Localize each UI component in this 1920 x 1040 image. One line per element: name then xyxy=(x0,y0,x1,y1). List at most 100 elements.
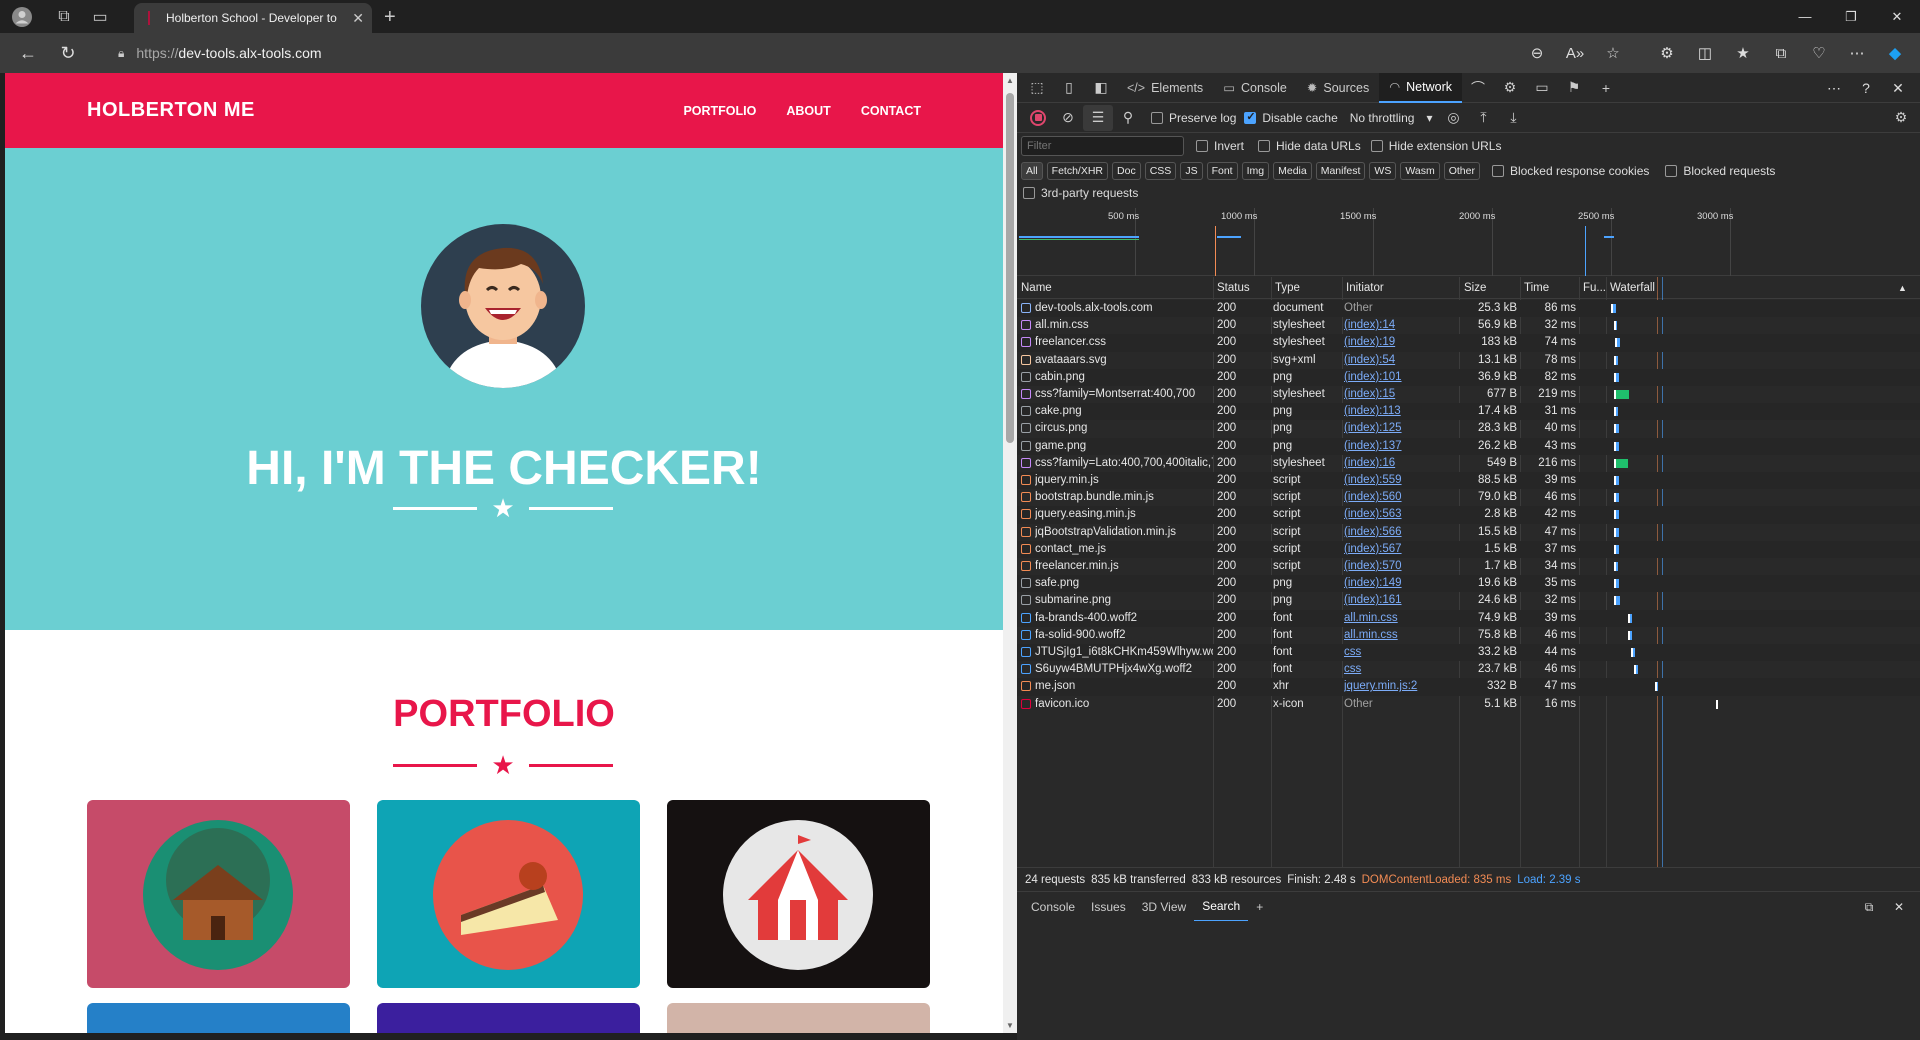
request-initiator[interactable]: (index):559 xyxy=(1344,474,1456,486)
table-row[interactable]: css?family=Montserrat:400,700 200 styleshe… xyxy=(1017,386,1920,403)
table-row[interactable]: freelancer.css 200 stylesheet (index):19 183… xyxy=(1017,334,1920,352)
search-icon[interactable]: ⚲ xyxy=(1113,105,1143,131)
new-tab-icon[interactable]: + xyxy=(384,6,396,29)
nav-contact-link[interactable]: CONTACT xyxy=(861,104,921,118)
table-row[interactable]: circus.png 200 png (index):125 28.3 kB 40 ms xyxy=(1017,420,1920,437)
minimize-icon[interactable]: — xyxy=(1782,0,1828,33)
dock-drawer-icon[interactable]: ⧉ xyxy=(1854,892,1884,922)
type-filter-media[interactable]: Media xyxy=(1273,162,1312,180)
portfolio-item-cake[interactable] xyxy=(377,800,640,988)
lock-icon[interactable]: 🔒︎ xyxy=(118,46,124,61)
extensions-icon[interactable]: ⚙ xyxy=(1650,38,1684,68)
site-brand[interactable]: HOLBERTON ME xyxy=(87,99,683,122)
blocked-requests-checkbox[interactable]: Blocked requests xyxy=(1665,164,1775,178)
request-initiator[interactable]: (index):14 xyxy=(1344,319,1456,331)
import-har-icon[interactable]: ⤒ xyxy=(1468,105,1498,131)
close-drawer-icon[interactable]: ✕ xyxy=(1884,892,1914,922)
portfolio-item-cabin[interactable] xyxy=(87,800,350,988)
throttling-select[interactable]: No throttling ▾ xyxy=(1350,111,1433,125)
table-row[interactable]: me.json 200 xhr jquery.min.js:2 332 B 47 ms xyxy=(1017,678,1920,696)
record-button[interactable] xyxy=(1023,105,1053,131)
dock-icon[interactable]: ◧ xyxy=(1085,73,1117,103)
request-initiator[interactable]: (index):161 xyxy=(1344,594,1456,606)
table-row[interactable]: contact_me.js 200 script (index):567 1.5 kB 3… xyxy=(1017,540,1920,558)
close-window-icon[interactable]: ✕ xyxy=(1874,0,1920,33)
drawer-tab-issues[interactable]: Issues xyxy=(1083,892,1134,922)
table-row[interactable]: safe.png 200 png (index):149 19.6 kB 35 ms xyxy=(1017,575,1920,593)
devtools-more-icon[interactable]: ⋯ xyxy=(1818,73,1850,103)
help-icon[interactable]: ? xyxy=(1850,73,1882,103)
table-row[interactable]: cake.png 200 png (index):113 17.4 kB 31 ms xyxy=(1017,403,1920,421)
table-row[interactable]: S6uyw4BMUTPHjx4wXg.woff2 200 font css 23.7 k… xyxy=(1017,661,1920,678)
more-menu-icon[interactable]: ⋯ xyxy=(1840,38,1874,68)
clear-icon[interactable]: ⊘ xyxy=(1053,105,1083,131)
performance-icon[interactable]: ♡ xyxy=(1802,38,1836,68)
request-initiator[interactable]: (index):566 xyxy=(1344,526,1456,538)
type-filter-manifest[interactable]: Manifest xyxy=(1315,162,1366,180)
column-type[interactable]: Type xyxy=(1275,282,1300,294)
portfolio-item-5[interactable] xyxy=(377,1003,640,1033)
request-initiator[interactable]: (index):149 xyxy=(1344,577,1456,589)
table-row[interactable]: avataaars.svg 200 svg+xml (index):54 13.1 kB… xyxy=(1017,352,1920,369)
request-initiator[interactable]: css xyxy=(1344,663,1456,675)
address-bar[interactable]: 🔒︎ https:// dev-tools.alx-tools.com xyxy=(106,38,1586,68)
type-filter-other[interactable]: Other xyxy=(1443,162,1480,180)
column-time[interactable]: Time xyxy=(1524,282,1549,294)
network-conditions-icon[interactable]: ◎ xyxy=(1438,105,1468,131)
table-row[interactable]: JTUSjIg1_i6t8kCHKm459Wlhyw.woff2 200 font c… xyxy=(1017,644,1920,662)
hide-data-urls-checkbox[interactable]: Hide data URLs xyxy=(1258,139,1361,153)
restore-icon[interactable]: ❐ xyxy=(1828,0,1874,33)
type-filter-font[interactable]: Font xyxy=(1206,162,1238,180)
inspect-icon[interactable]: ⬚ xyxy=(1021,73,1053,103)
request-initiator[interactable]: (index):125 xyxy=(1344,422,1456,434)
drawer-tab-3d-view[interactable]: 3D View xyxy=(1134,892,1194,922)
type-filter-img[interactable]: Img xyxy=(1241,162,1270,180)
table-row[interactable]: jqBootstrapValidation.min.js 200 script (in… xyxy=(1017,524,1920,541)
tab-network[interactable]: ◠ Network xyxy=(1379,72,1462,103)
nav-about-link[interactable]: ABOUT xyxy=(786,104,830,118)
request-initiator[interactable]: all.min.css xyxy=(1344,612,1456,624)
add-tool-icon[interactable]: + xyxy=(1590,73,1622,103)
type-filter-wasm[interactable]: Wasm xyxy=(1400,162,1440,180)
back-icon[interactable]: ← xyxy=(10,38,46,68)
timeline-overview[interactable]: 500 ms 1000 ms 1500 ms 2000 ms 2500 ms 3… xyxy=(1017,208,1920,276)
workspaces-icon[interactable]: ⧉ xyxy=(52,5,76,29)
request-initiator[interactable]: (index):15 xyxy=(1344,388,1456,400)
table-row[interactable]: favicon.ico 200 x-icon Other 5.1 kB 16 ms xyxy=(1017,696,1920,713)
table-row[interactable]: cabin.png 200 png (index):101 36.9 kB 82 ms xyxy=(1017,368,1920,386)
request-initiator[interactable]: (index):137 xyxy=(1344,440,1456,452)
table-row[interactable]: game.png 200 png (index):137 26.2 kB 43 ms xyxy=(1017,437,1920,455)
request-initiator[interactable]: (index):19 xyxy=(1344,336,1456,348)
sort-up-icon[interactable]: ▲ xyxy=(1898,283,1907,293)
column-initiator[interactable]: Initiator xyxy=(1346,282,1384,294)
column-fulfilled[interactable]: Fu... xyxy=(1583,282,1606,294)
type-filter-fetch[interactable]: Fetch/XHR xyxy=(1046,162,1109,180)
column-size[interactable]: Size xyxy=(1464,282,1486,294)
portfolio-item-4[interactable] xyxy=(87,1003,350,1033)
request-initiator[interactable]: (index):563 xyxy=(1344,508,1456,520)
request-initiator[interactable]: all.min.css xyxy=(1344,629,1456,641)
table-row[interactable]: css?family=Lato:400,700,400italic,700it.… xyxy=(1017,455,1920,472)
column-name[interactable]: Name xyxy=(1021,282,1052,294)
invert-checkbox[interactable]: Invert xyxy=(1196,139,1244,153)
request-initiator[interactable]: (index):567 xyxy=(1344,543,1456,555)
type-filter-doc[interactable]: Doc xyxy=(1112,162,1141,180)
request-initiator[interactable]: (index):101 xyxy=(1344,371,1456,383)
blocked-cookies-checkbox[interactable]: Blocked response cookies xyxy=(1491,164,1649,178)
table-row[interactable]: freelancer.min.js 200 script (index):570 1.7… xyxy=(1017,558,1920,575)
close-tab-icon[interactable]: ✕ xyxy=(352,10,364,27)
third-party-checkbox[interactable]: 3rd-party requests xyxy=(1023,186,1138,200)
table-row[interactable]: dev-tools.alx-tools.com 200 document Other 2… xyxy=(1017,300,1920,318)
page-scrollbar[interactable]: ▲ ▼ xyxy=(1003,73,1017,1033)
performance-tab-icon[interactable]: ⌒ xyxy=(1462,73,1494,103)
collections-icon[interactable]: ⧉ xyxy=(1764,38,1798,68)
column-waterfall[interactable]: Waterfall xyxy=(1610,282,1655,294)
request-initiator[interactable]: (index):16 xyxy=(1344,457,1456,469)
request-initiator[interactable]: (index):54 xyxy=(1344,354,1456,366)
nav-portfolio-link[interactable]: PORTFOLIO xyxy=(683,104,756,118)
type-filter-all[interactable]: All xyxy=(1021,162,1043,180)
profile-icon[interactable] xyxy=(10,5,34,29)
column-status[interactable]: Status xyxy=(1217,282,1250,294)
type-filter-css[interactable]: CSS xyxy=(1144,162,1177,180)
lighthouse-icon[interactable]: ⚑ xyxy=(1558,73,1590,103)
